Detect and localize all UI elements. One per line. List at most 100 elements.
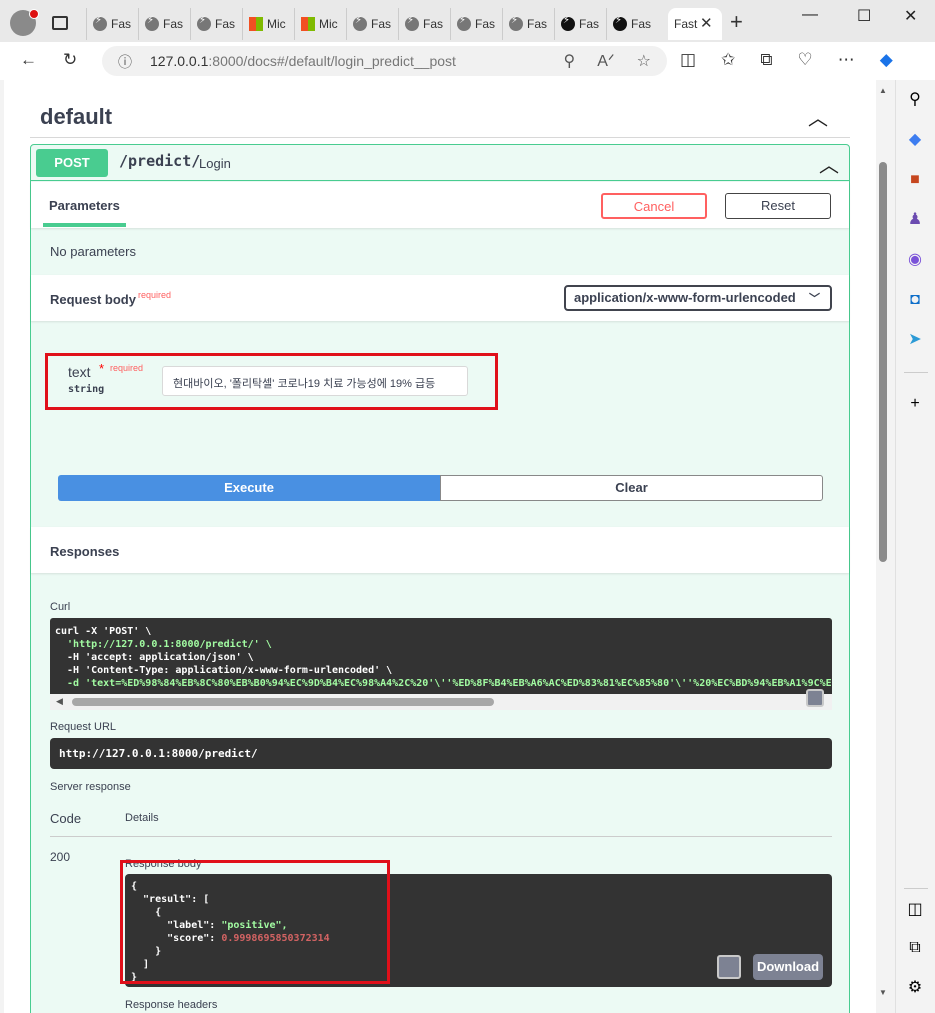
page-scrollbar[interactable]: ▲ ▼ xyxy=(876,80,890,1013)
tab-parameters[interactable]: Parameters xyxy=(43,198,126,227)
address-actions: ⚲ Aᐟ ☆ xyxy=(563,51,651,71)
site-info-icon[interactable]: ⓘ xyxy=(118,52,132,72)
address-bar[interactable]: ⓘ 127.0.0.1:8000/docs#/default/login_pre… xyxy=(102,46,667,76)
microsoft-favicon-icon xyxy=(301,17,315,31)
param-type: string xyxy=(68,384,105,395)
request-url-label: Request URL xyxy=(50,721,117,733)
details-column-header: Details xyxy=(125,812,159,824)
request-body-title: Request body xyxy=(50,292,136,307)
operation-description: Login xyxy=(199,156,231,171)
favorites-icon[interactable]: ✩ xyxy=(721,50,735,70)
favorite-star-icon[interactable]: ☆ xyxy=(637,51,651,71)
browser-tab[interactable]: Fas xyxy=(346,8,398,40)
browser-tab[interactable]: Fas xyxy=(86,8,138,40)
edge-sidebar: ⚲ ◆ ■ ♟ ◉ ◘ ➤ + ◫ ⧉ ⚙ xyxy=(895,80,935,1013)
scrollbar-thumb[interactable] xyxy=(72,698,494,706)
clear-button[interactable]: Clear xyxy=(440,475,823,501)
code-column-header: Code xyxy=(50,811,82,826)
sidebar-divider xyxy=(904,888,928,889)
annotation-highlight-box xyxy=(120,860,390,984)
copy-clipboard-icon[interactable] xyxy=(806,689,824,707)
url-text: 127.0.0.1:8000/docs#/default/login_predi… xyxy=(150,53,456,69)
maximize-icon[interactable]: ☐ xyxy=(857,6,871,26)
browser-tab[interactable]: Fas xyxy=(138,8,190,40)
response-code: 200 xyxy=(50,850,71,864)
external-link-icon[interactable]: ⧉ xyxy=(905,938,925,958)
swagger-page: default ︿ POST /predict/ Login ︿ Paramet… xyxy=(4,80,876,1013)
scroll-left-icon[interactable]: ◀ xyxy=(56,696,63,707)
curl-label: Curl xyxy=(50,601,71,613)
operation-summary[interactable]: POST /predict/ Login ︿ xyxy=(31,145,849,181)
more-menu-icon[interactable]: ⋯ xyxy=(838,50,855,70)
chevron-up-icon[interactable]: ︿ xyxy=(808,102,828,131)
browser-tab[interactable]: Fas xyxy=(190,8,242,40)
settings-gear-icon[interactable]: ⚙ xyxy=(905,978,925,998)
minimize-icon[interactable]: — xyxy=(802,6,818,24)
sidebar-divider xyxy=(904,372,928,373)
required-marker: required xyxy=(138,290,172,300)
browser-tab[interactable]: Fas xyxy=(554,8,606,40)
fastapi-favicon-icon xyxy=(197,15,211,31)
responses-header: Responses xyxy=(31,527,849,573)
collections-icon[interactable]: ⧉ xyxy=(760,50,772,70)
browser-tab[interactable]: Mic xyxy=(294,8,346,40)
profile-avatar[interactable] xyxy=(10,9,39,36)
tag-title: default xyxy=(40,104,113,129)
browser-tab[interactable]: Fas xyxy=(398,8,450,40)
split-screen-icon[interactable]: ◫ xyxy=(680,50,696,70)
browser-toolbar: ◫ ✩ ⧉ ♡ ⋯ ◆ xyxy=(680,50,893,70)
add-icon[interactable]: + xyxy=(905,394,925,414)
copilot-icon[interactable]: ◆ xyxy=(880,50,893,70)
text-input[interactable]: 현대바이오, '폴리탁셀' 코로나19 치료 가능성에 19% 급등 xyxy=(162,366,468,396)
browser-tab[interactable]: Fas xyxy=(606,8,658,40)
browser-window: Fas Fas Fas Mic Mic Fas Fas Fas Fas Fas … xyxy=(0,0,935,1013)
browser-tab[interactable]: Fas xyxy=(450,8,502,40)
tools-briefcase-icon[interactable]: ■ xyxy=(905,170,925,190)
address-toolbar: ← ↻ ⓘ 127.0.0.1:8000/docs#/default/login… xyxy=(0,42,935,80)
parameters-header: Parameters Cancel Reset xyxy=(31,182,849,228)
operation-block: POST /predict/ Login ︿ Parameters Cancel… xyxy=(30,144,850,1013)
scroll-down-icon[interactable]: ▼ xyxy=(879,988,887,997)
fastapi-favicon-icon xyxy=(353,15,367,31)
send-icon[interactable]: ➤ xyxy=(905,330,925,350)
tab-strip: Fas Fas Fas Mic Mic Fas Fas Fas Fas Fas … xyxy=(0,0,935,42)
browser-tab[interactable]: Mic xyxy=(242,8,294,40)
curl-horizontal-scrollbar[interactable]: ◀ xyxy=(50,694,832,710)
operation-path: /predict/ xyxy=(119,152,201,170)
new-tab-icon[interactable]: + xyxy=(730,9,743,35)
param-required: required xyxy=(110,363,144,373)
execute-button[interactable]: Execute xyxy=(58,475,440,501)
search-icon[interactable]: ⚲ xyxy=(905,90,925,110)
chevron-up-icon[interactable]: ︿ xyxy=(819,149,839,178)
hide-sidebar-icon[interactable]: ◫ xyxy=(905,900,925,920)
games-chess-icon[interactable]: ♟ xyxy=(905,210,925,230)
method-badge: POST xyxy=(36,149,108,177)
close-tab-icon[interactable]: ✕ xyxy=(700,14,713,32)
office-icon[interactable]: ◉ xyxy=(905,250,925,270)
scroll-up-icon[interactable]: ▲ xyxy=(879,86,887,95)
cancel-button[interactable]: Cancel xyxy=(601,193,707,219)
scrollbar-thumb[interactable] xyxy=(879,162,887,562)
browser-tab[interactable]: Fas xyxy=(502,8,554,40)
zoom-icon[interactable]: ⚲ xyxy=(563,51,575,71)
back-arrow-icon[interactable]: ← xyxy=(20,50,37,70)
download-button[interactable]: Download xyxy=(753,954,823,980)
read-aloud-icon[interactable]: Aᐟ xyxy=(597,51,614,71)
tag-section-header[interactable]: default ︿ xyxy=(30,98,850,138)
server-response-label: Server response xyxy=(50,781,131,793)
fastapi-favicon-icon xyxy=(509,15,523,31)
chevron-down-icon: ﹀ xyxy=(809,293,820,305)
content-type-select[interactable]: application/x-www-form-urlencoded ﹀ xyxy=(564,285,832,311)
tab-actions-icon[interactable] xyxy=(52,16,68,30)
browser-tab-active[interactable]: Fast xyxy=(668,8,722,40)
browser-essentials-icon[interactable]: ♡ xyxy=(797,50,812,70)
copy-clipboard-icon[interactable] xyxy=(717,955,741,979)
outlook-icon[interactable]: ◘ xyxy=(905,290,925,310)
close-window-icon[interactable]: ✕ xyxy=(904,6,917,26)
table-divider xyxy=(50,836,832,837)
refresh-icon[interactable]: ↻ xyxy=(63,50,77,70)
reset-button[interactable]: Reset xyxy=(725,193,831,219)
fastapi-favicon-icon xyxy=(145,15,159,31)
text-parameter-row: text * required string 현대바이오, '폴리탁셀' 코로나… xyxy=(45,353,498,410)
shopping-tag-icon[interactable]: ◆ xyxy=(905,130,925,150)
